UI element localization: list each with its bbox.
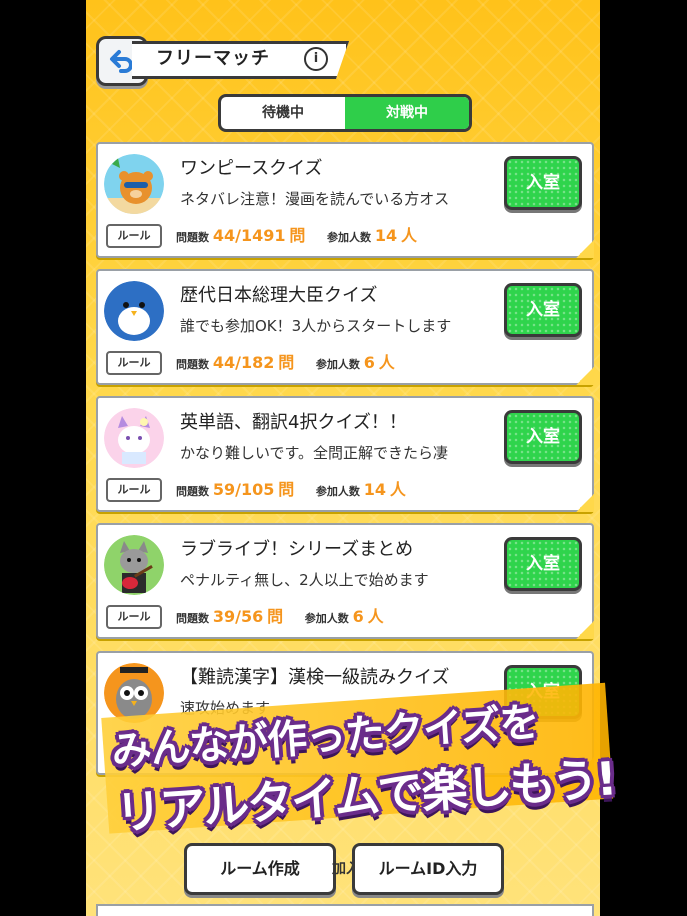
- room-stats: 問題数 39/56 問 参加人数 6 人: [176, 603, 384, 627]
- create-room-button[interactable]: ルーム作成: [184, 843, 336, 895]
- bear-sunglasses-avatar: [104, 154, 164, 214]
- room-title: 歴代日本総理大臣クイズ: [180, 285, 378, 306]
- participants-count: 6: [363, 353, 375, 372]
- room-title: 英単語、翻訳4択クイズ！！: [180, 412, 407, 433]
- questions-count: 59/105: [212, 480, 275, 499]
- room-description: 誰でも参加OK！3人からスタートします: [180, 317, 452, 335]
- cat-guitar-avatar: [104, 535, 164, 595]
- participants-count: 6: [352, 607, 364, 626]
- room-description: ペナルティ無し、2人以上で始めます: [180, 571, 429, 589]
- participants-unit: 人: [378, 353, 395, 372]
- status-tabs: 待機中 対戦中: [218, 94, 472, 132]
- participants-count: 14: [363, 480, 387, 499]
- rule-button[interactable]: ルール: [106, 478, 162, 502]
- room-card[interactable]: 英単語、翻訳4択クイズ！！ かなり難しいです。全問正解できたら凄 入室 ルール …: [96, 396, 594, 512]
- info-icon[interactable]: i: [304, 47, 328, 71]
- join-room-button[interactable]: 入室: [504, 283, 582, 337]
- room-title: ワンピースクイズ: [180, 158, 323, 179]
- list-item-peek: [96, 904, 594, 916]
- participants-count: 14: [374, 226, 398, 245]
- room-card[interactable]: ラブライブ！シリーズまとめ ペナルティ無し、2人以上で始めます 入室 ルール 問…: [96, 523, 594, 639]
- room-description: かなり難しいです。全問正解できたら凄: [180, 444, 449, 462]
- room-card[interactable]: 歴代日本総理大臣クイズ 誰でも参加OK！3人からスタートします 入室 ルール 問…: [96, 269, 594, 385]
- questions-label: 問題数: [176, 358, 209, 371]
- questions-label: 問題数: [176, 485, 209, 498]
- join-room-button[interactable]: 入室: [504, 537, 582, 591]
- participants-unit: 人: [367, 607, 384, 626]
- participants-label: 参加人数: [315, 485, 360, 498]
- questions-label: 問題数: [176, 612, 209, 625]
- penguin-avatar: [104, 281, 164, 341]
- page-title: フリーマッチ: [156, 48, 270, 69]
- participants-label: 参加人数: [315, 358, 360, 371]
- rule-button[interactable]: ルール: [106, 605, 162, 629]
- room-id-input-button[interactable]: ルームID入力: [352, 843, 504, 895]
- room-stats: 問題数 44/1491 問 参加人数 14 人: [176, 222, 417, 246]
- questions-count: 39/56: [212, 607, 264, 626]
- rule-button[interactable]: ルール: [106, 351, 162, 375]
- participants-unit: 人: [389, 480, 406, 499]
- room-description: ネタバレ注意！漫画を読んでいる方オス: [180, 190, 450, 208]
- cat-flower-avatar: [104, 408, 164, 468]
- questions-unit: 問: [289, 226, 306, 245]
- tab-waiting[interactable]: 待機中: [221, 97, 345, 129]
- participants-label: 参加人数: [327, 231, 372, 244]
- join-room-button[interactable]: 入室: [504, 156, 582, 210]
- back-arrow-icon: [110, 50, 133, 73]
- questions-unit: 問: [267, 607, 284, 626]
- questions-label: 問題数: [176, 231, 209, 244]
- questions-count: 44/182: [212, 353, 275, 372]
- room-title: ラブライブ！シリーズまとめ: [180, 539, 414, 560]
- questions-unit: 問: [278, 353, 295, 372]
- participants-label: 参加人数: [304, 612, 349, 625]
- join-room-button[interactable]: 入室: [504, 410, 582, 464]
- room-card[interactable]: ワンピースクイズ ネタバレ注意！漫画を読んでいる方オス 入室 ルール 問題数 4…: [96, 142, 594, 258]
- questions-unit: 問: [278, 480, 295, 499]
- questions-count: 44/1491: [212, 226, 286, 245]
- rule-button[interactable]: ルール: [106, 224, 162, 248]
- tab-in-battle[interactable]: 対戦中: [345, 97, 469, 129]
- participants-unit: 人: [400, 226, 417, 245]
- room-stats: 問題数 44/182 問 参加人数 6 人: [176, 349, 395, 373]
- room-stats: 問題数 59/105 問 参加人数 14 人: [176, 476, 406, 500]
